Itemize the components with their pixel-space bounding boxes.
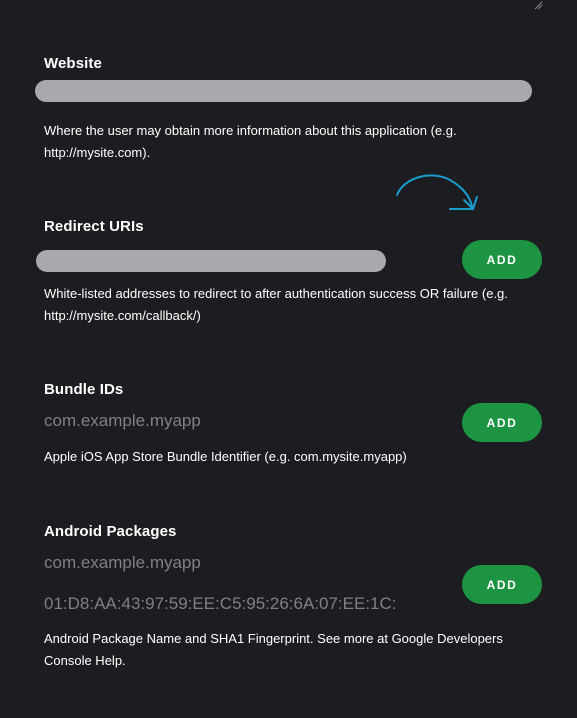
add-android-package-button[interactable]: ADD bbox=[462, 565, 542, 604]
resize-grip-icon[interactable] bbox=[533, 0, 543, 10]
website-help-text: Where the user may obtain more informati… bbox=[44, 123, 457, 160]
android-packages-label: Android Packages bbox=[44, 523, 177, 540]
redirect-uri-input[interactable] bbox=[36, 250, 386, 272]
bundle-ids-help-text: Apple iOS App Store Bundle Identifier (e… bbox=[44, 449, 407, 464]
bundle-ids-label: Bundle IDs bbox=[44, 381, 124, 398]
website-label: Website bbox=[44, 55, 102, 72]
android-sha1-fingerprint-input[interactable]: 01:D8:AA:43:97:59:EE:C5:95:26:6A:07:EE:1… bbox=[44, 594, 397, 614]
curved-arrow-icon bbox=[396, 174, 478, 210]
android-packages-help-text: Android Package Name and SHA1 Fingerprin… bbox=[44, 631, 503, 668]
add-redirect-uri-button[interactable]: ADD bbox=[462, 240, 542, 279]
app-settings-form: Website Where the user may obtain more i… bbox=[0, 0, 577, 718]
redirect-uris-help-text: White-listed addresses to redirect to af… bbox=[44, 286, 508, 323]
redirect-uris-label: Redirect URIs bbox=[44, 218, 144, 235]
android-package-name-input[interactable]: com.example.myapp bbox=[44, 553, 201, 573]
add-bundle-id-button[interactable]: ADD bbox=[462, 403, 542, 442]
website-input[interactable] bbox=[35, 80, 532, 102]
bundle-id-input[interactable]: com.example.myapp bbox=[44, 411, 201, 431]
